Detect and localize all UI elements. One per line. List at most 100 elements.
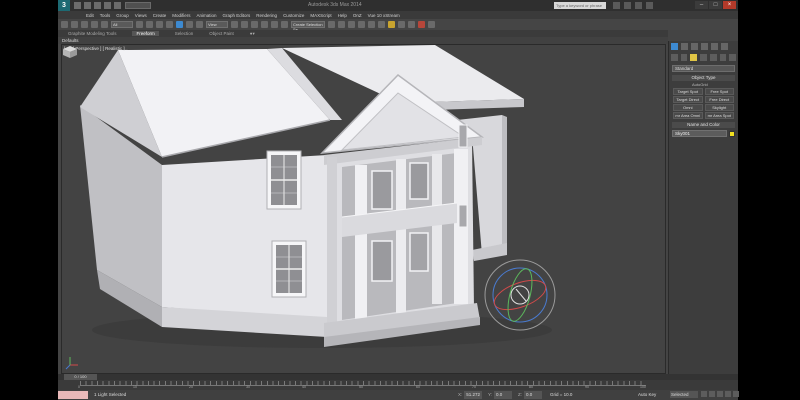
tab-freeform[interactable]: Freeform	[132, 31, 159, 36]
pivot-center-icon[interactable]	[231, 21, 238, 28]
y-field[interactable]: 0.0	[494, 391, 513, 399]
mr-area-spot-button[interactable]: mr Area Spot	[704, 112, 734, 119]
menu-animation[interactable]: Animation	[197, 13, 217, 18]
cameras-icon[interactable]	[700, 54, 707, 61]
selection-filter-dropdown[interactable]: All	[111, 21, 133, 28]
redo-icon[interactable]	[71, 21, 78, 28]
layer-manager-icon[interactable]	[348, 21, 355, 28]
menu-rendering[interactable]: Rendering	[256, 13, 277, 18]
name-and-color-rollout[interactable]: Name and Color	[672, 122, 735, 128]
new-file-icon[interactable]	[74, 2, 81, 9]
trackbar[interactable]: 0 10 20 30 40 50 60 70 80 90 100	[58, 380, 738, 390]
menu-onz[interactable]: OnZ	[353, 13, 362, 18]
search-input[interactable]: Type a keyword or phrase	[554, 2, 606, 9]
close-button[interactable]: ×	[723, 1, 736, 9]
previous-frame-icon[interactable]	[709, 391, 715, 397]
motion-tab-icon[interactable]	[701, 43, 708, 50]
object-name-field[interactable]: Sky001	[672, 130, 727, 137]
tab-object-paint[interactable]: Object Paint	[209, 31, 234, 36]
mr-area-omni-button[interactable]: mr Area Omni	[673, 112, 703, 119]
utilities-tab-icon[interactable]	[721, 43, 728, 50]
select-move-icon[interactable]	[176, 21, 183, 28]
menu-views[interactable]: Views	[135, 13, 147, 18]
unlink-icon[interactable]	[91, 21, 98, 28]
rendered-frame-icon[interactable]	[408, 21, 415, 28]
autogrid-checkbox[interactable]: AutoGrid	[672, 82, 735, 87]
teapot-icon[interactable]	[428, 21, 435, 28]
named-selection-dropdown[interactable]: Create Selection Se	[291, 21, 325, 32]
menu-vue[interactable]: Vue 10 xStream	[368, 13, 400, 18]
help-icon[interactable]	[646, 2, 653, 9]
object-type-rollout[interactable]: Object Type	[672, 75, 735, 81]
ribbon-panel[interactable]: Defaults	[58, 37, 668, 44]
omni-button[interactable]: Omni	[673, 104, 703, 111]
star-icon[interactable]	[635, 2, 642, 9]
play-icon[interactable]	[717, 391, 723, 397]
select-scale-icon[interactable]	[196, 21, 203, 28]
target-direct-button[interactable]: Target Direct	[673, 96, 703, 103]
render-setup-icon[interactable]	[398, 21, 405, 28]
minimize-button[interactable]: –	[695, 1, 708, 9]
systems-icon[interactable]	[729, 54, 737, 61]
angle-snap-icon[interactable]	[261, 21, 268, 28]
select-by-name-icon[interactable]	[146, 21, 153, 28]
schematic-view-icon[interactable]	[378, 21, 385, 28]
material-editor-icon[interactable]	[388, 21, 395, 28]
menu-help[interactable]: Help	[338, 13, 347, 18]
align-icon[interactable]	[338, 21, 345, 28]
object-color-swatch[interactable]	[729, 130, 735, 137]
manipulate-icon[interactable]	[241, 21, 248, 28]
undo-icon[interactable]	[61, 21, 68, 28]
menu-graph-editors[interactable]: Graph Editors	[223, 13, 251, 18]
next-frame-icon[interactable]	[725, 391, 731, 397]
user-icon[interactable]	[624, 2, 631, 9]
curve-editor-icon[interactable]	[368, 21, 375, 28]
workspace-dropdown[interactable]	[125, 2, 151, 9]
tab-selection[interactable]: Selection	[175, 31, 194, 36]
menu-tools[interactable]: Tools	[100, 13, 111, 18]
bind-space-warp-icon[interactable]	[101, 21, 108, 28]
display-tab-icon[interactable]	[711, 43, 718, 50]
hierarchy-tab-icon[interactable]	[691, 43, 698, 50]
z-field[interactable]: 0.0	[524, 391, 542, 399]
go-to-start-icon[interactable]	[701, 391, 707, 397]
target-spot-button[interactable]: Target Spot	[673, 88, 703, 95]
percent-snap-icon[interactable]	[271, 21, 278, 28]
menu-maxscript[interactable]: MAXScript	[310, 13, 331, 18]
key-filter-dropdown[interactable]: Selected	[670, 391, 698, 398]
maxscript-listener[interactable]	[58, 391, 88, 399]
mirror-icon[interactable]	[328, 21, 335, 28]
category-dropdown[interactable]: Standard	[672, 65, 735, 72]
skylight-button[interactable]: Skylight	[704, 104, 734, 111]
snaps-toggle-icon[interactable]	[251, 21, 258, 28]
space-warps-icon[interactable]	[719, 54, 727, 61]
lights-icon[interactable]	[690, 54, 698, 61]
open-file-icon[interactable]	[84, 2, 91, 9]
create-tab-icon[interactable]	[671, 43, 678, 50]
undo-icon[interactable]	[104, 2, 111, 9]
go-to-end-icon[interactable]	[733, 391, 739, 397]
rectangular-selection-icon[interactable]	[156, 21, 163, 28]
tab-graphite-modeling-tools[interactable]: Graphite Modeling Tools	[68, 31, 116, 36]
menu-group[interactable]: Group	[116, 13, 129, 18]
x-field[interactable]: 51.272	[464, 391, 483, 399]
app-logo-button[interactable]: 3	[58, 0, 70, 11]
maximize-button[interactable]: □	[709, 1, 722, 9]
spinner-snap-icon[interactable]	[281, 21, 288, 28]
auto-key-button[interactable]: Auto Key	[638, 391, 656, 399]
redo-icon[interactable]	[114, 2, 121, 9]
viewcube-icon[interactable]	[62, 45, 78, 59]
modify-tab-icon[interactable]	[681, 43, 688, 50]
save-file-icon[interactable]	[94, 2, 101, 9]
link-icon[interactable]	[81, 21, 88, 28]
shapes-icon[interactable]	[680, 54, 688, 61]
window-crossing-icon[interactable]	[166, 21, 173, 28]
free-direct-button[interactable]: Free Direct	[704, 96, 734, 103]
menu-edit[interactable]: Edit	[86, 13, 94, 18]
menu-modifiers[interactable]: Modifiers	[172, 13, 190, 18]
menu-create[interactable]: Create	[153, 13, 167, 18]
ribbon-options-icon[interactable]: ●▾	[250, 31, 255, 37]
menu-customize[interactable]: Customize	[283, 13, 304, 18]
geometry-icon[interactable]	[671, 54, 678, 61]
graphite-toggle-icon[interactable]	[358, 21, 365, 28]
